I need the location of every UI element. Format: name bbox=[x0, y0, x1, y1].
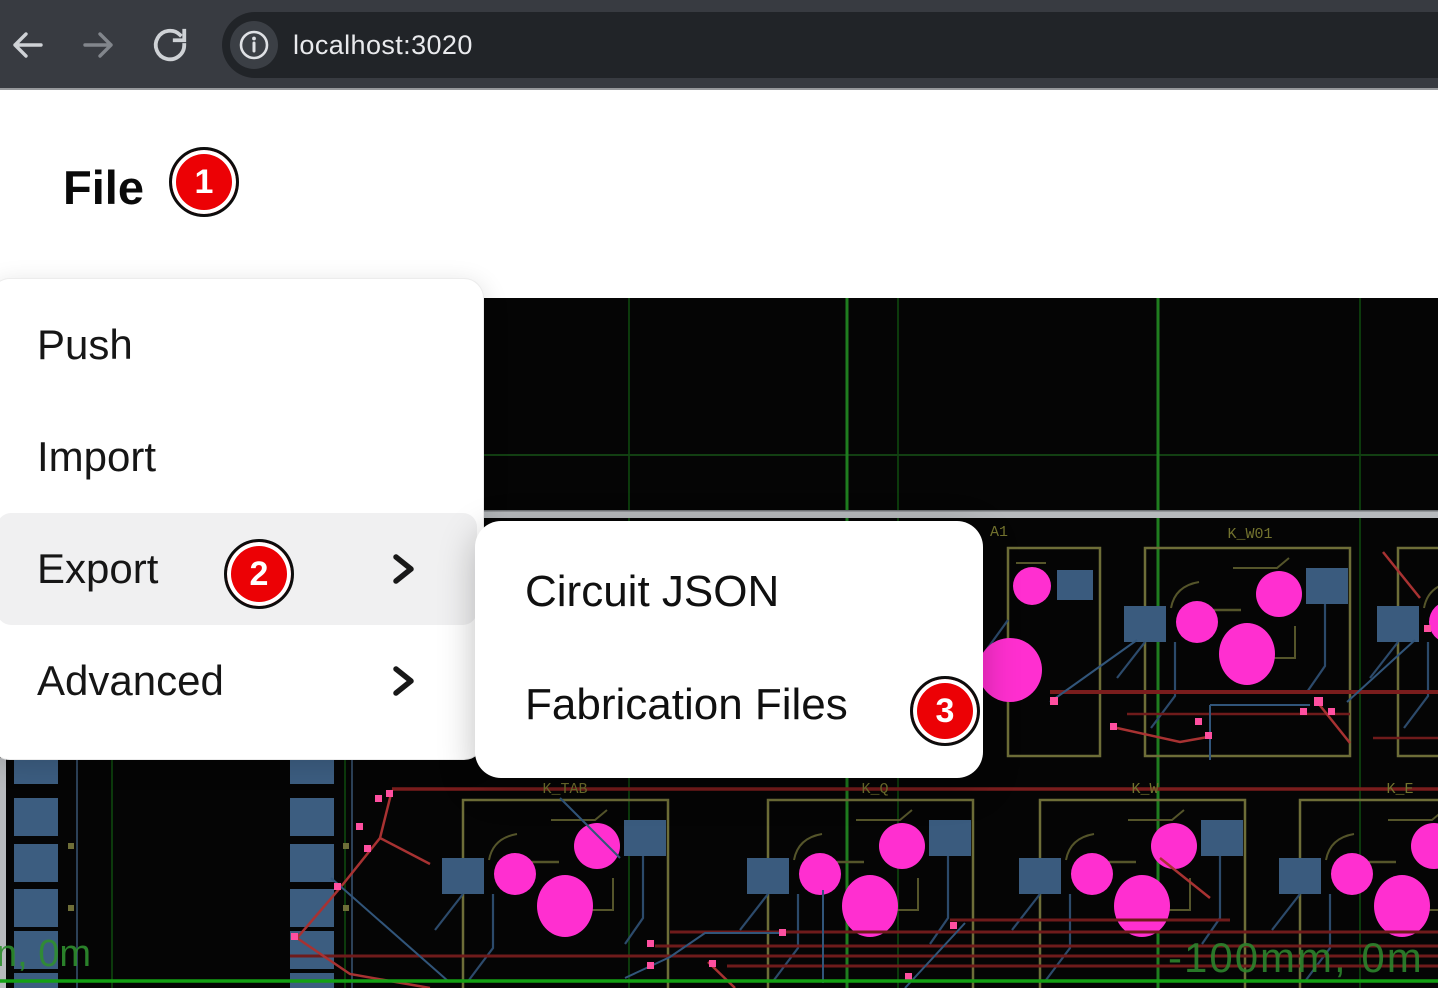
back-arrow-icon bbox=[10, 27, 46, 63]
menu-item-advanced[interactable]: Advanced bbox=[0, 625, 477, 737]
screen: localhost:3020 bbox=[0, 0, 1438, 988]
annotation-marker-1: 1 bbox=[169, 147, 239, 217]
component-label: K_W bbox=[1131, 781, 1158, 798]
site-info-button[interactable] bbox=[230, 21, 278, 69]
reload-button[interactable] bbox=[148, 23, 192, 67]
address-bar[interactable]: localhost:3020 bbox=[222, 12, 1438, 78]
pcb-coordinate-bottom-left: n, 0m bbox=[0, 933, 91, 975]
url-text: localhost:3020 bbox=[293, 12, 473, 78]
chevron-right-icon bbox=[383, 547, 423, 591]
browser-toolbar: localhost:3020 bbox=[0, 0, 1438, 90]
export-submenu: Circuit JSON Fabrication Files bbox=[475, 521, 983, 778]
back-button[interactable] bbox=[6, 23, 50, 67]
reload-icon bbox=[151, 26, 189, 64]
chevron-right-icon bbox=[383, 659, 423, 703]
menu-item-label: Import bbox=[37, 433, 156, 481]
file-dropdown-menu: Push Import Export Advanced bbox=[0, 278, 484, 760]
annotation-marker-3: 3 bbox=[910, 676, 980, 746]
menu-item-label: Push bbox=[37, 321, 133, 369]
submenu-item-label: Circuit JSON bbox=[525, 567, 779, 617]
menu-item-import[interactable]: Import bbox=[0, 401, 477, 513]
info-icon bbox=[237, 28, 271, 62]
forward-button[interactable] bbox=[76, 23, 120, 67]
submenu-item-circuit-json[interactable]: Circuit JSON bbox=[475, 535, 983, 648]
forward-arrow-icon bbox=[80, 27, 116, 63]
measure-line-horizontal bbox=[480, 511, 1438, 518]
component-label: K_W01 bbox=[1227, 526, 1272, 543]
component-label: K_Q bbox=[861, 781, 888, 798]
component-label: A1 bbox=[990, 524, 1008, 541]
menu-item-label: Export bbox=[37, 545, 158, 593]
file-menu-trigger[interactable]: File bbox=[63, 160, 144, 215]
pcb-coordinate-bottom-right: -100mm, 0m bbox=[1168, 934, 1424, 981]
submenu-item-label: Fabrication Files bbox=[525, 680, 848, 730]
component-label: K_E bbox=[1386, 781, 1413, 798]
menu-item-label: Advanced bbox=[37, 657, 224, 705]
component-label: K_TAB bbox=[542, 781, 587, 798]
menu-item-push[interactable]: Push bbox=[0, 289, 477, 401]
submenu-item-fabrication-files[interactable]: Fabrication Files bbox=[475, 648, 983, 761]
annotation-marker-2: 2 bbox=[224, 539, 294, 609]
